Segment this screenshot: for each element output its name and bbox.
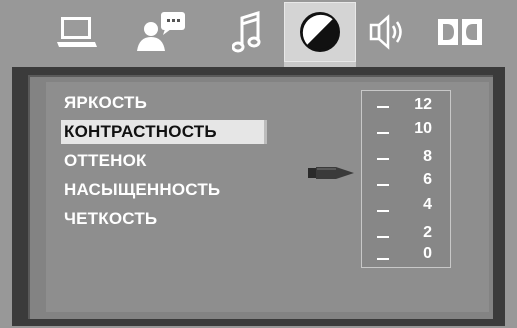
tab-speaker[interactable] — [363, 2, 413, 62]
scale-label: 0 — [423, 245, 432, 262]
scale-tick — [377, 236, 389, 238]
monitor-icon — [57, 17, 97, 47]
tab-language[interactable] — [134, 2, 194, 62]
scale-tick — [377, 132, 389, 134]
menu-item-hue[interactable]: ОТТЕНОК — [61, 149, 150, 173]
speaking-person-icon — [137, 12, 185, 51]
scale-label: 6 — [423, 171, 432, 188]
dolby-logo-icon — [438, 19, 482, 45]
tab-audio[interactable] — [222, 2, 272, 62]
picture-settings-panel: ЯРКОСТЬ КОНТРАСТНОСТЬ ОТТЕНОК НАСЫЩЕННОС… — [46, 82, 489, 312]
scale-tick — [377, 210, 389, 212]
music-note-icon — [232, 10, 261, 53]
scale-tick — [377, 158, 389, 160]
menu-item-saturation[interactable]: НАСЫЩЕННОСТЬ — [61, 178, 223, 202]
scale-tick — [377, 106, 389, 108]
menu-item-brightness[interactable]: ЯРКОСТЬ — [61, 91, 150, 115]
contrast-icon — [300, 12, 340, 52]
scale-label: 8 — [423, 148, 432, 165]
menu-item-contrast[interactable]: КОНТРАСТНОСТЬ — [61, 120, 267, 144]
contrast-level-scale[interactable]: 12 10 8 6 4 2 0 — [361, 90, 451, 268]
menu-item-sharpness[interactable]: ЧЕТКОСТЬ — [61, 207, 160, 231]
tab-dolby[interactable] — [430, 2, 490, 62]
scale-label: 10 — [414, 120, 432, 137]
scale-label: 4 — [423, 196, 432, 213]
scale-tick — [377, 258, 389, 260]
scale-label: 2 — [423, 224, 432, 241]
tab-general[interactable] — [52, 2, 102, 62]
scale-label: 12 — [414, 96, 432, 113]
tab-video[interactable] — [284, 2, 356, 62]
speaker-icon — [369, 14, 402, 50]
level-pointer-icon — [308, 167, 354, 179]
scale-tick — [377, 184, 389, 186]
